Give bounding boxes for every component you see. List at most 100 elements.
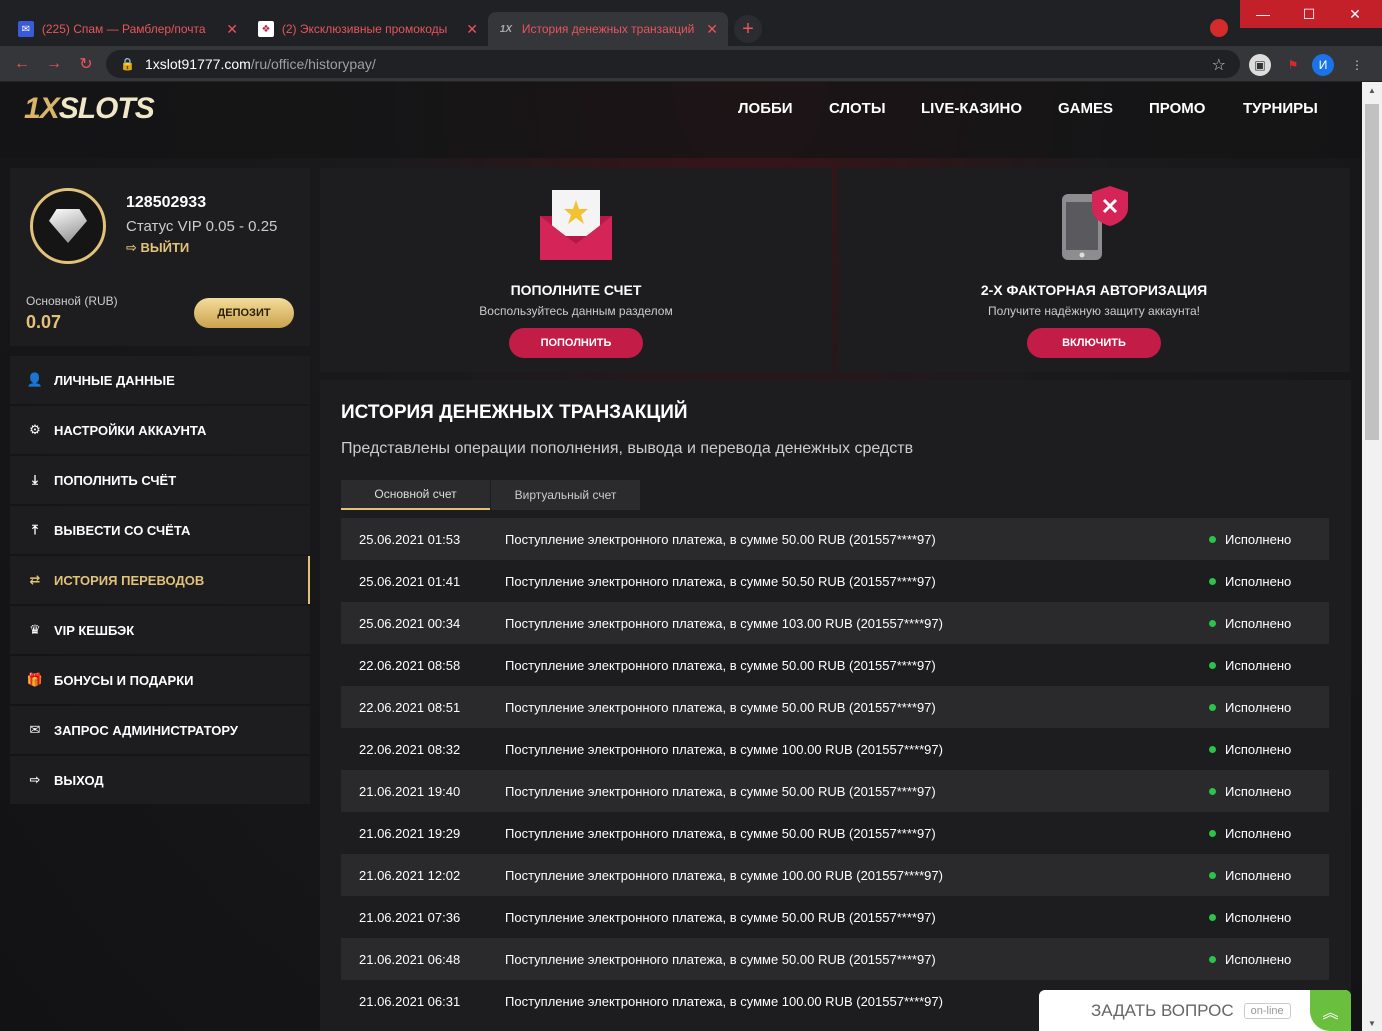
sidebar-item-exit[interactable]: ⇨ ВЫХОД	[10, 756, 310, 804]
sidebar-item-withdraw[interactable]: ⤒ ВЫВЕСТИ СО СЧЁТА	[10, 506, 310, 554]
transaction-date: 21.06.2021 12:02	[359, 867, 461, 883]
profile-avatar[interactable]: И	[1312, 54, 1334, 76]
status-dot-icon	[1209, 829, 1216, 837]
transaction-description: Поступление электронного платежа, в сумм…	[505, 531, 936, 547]
user-id: 128502933	[126, 194, 207, 211]
tab-virtual-account[interactable]: Виртуальный счет	[491, 480, 640, 510]
extension-icon[interactable]: ▣	[1249, 54, 1271, 76]
upload-icon: ⤒	[32, 522, 38, 537]
sidebar-item-admin-request[interactable]: ✉ ЗАПРОС АДМИНИСТРАТОРУ	[10, 706, 310, 754]
sidebar-item-personal-data[interactable]: 👤 ЛИЧНЫЕ ДАННЫЕ	[10, 356, 310, 404]
status-label: Исполнено	[1225, 531, 1292, 547]
vip-avatar	[30, 188, 106, 264]
window-close-icon[interactable]: ✕	[1332, 0, 1378, 28]
account-menu: 👤 ЛИЧНЫЕ ДАННЫЕ ⚙ НАСТРОЙКИ АККАУНТА ⤓ ПОПО…	[10, 356, 310, 806]
url-bar[interactable]: 🔒 1xslot91777.com/ru/office/historypay/ …	[106, 50, 1240, 78]
nav-tournaments[interactable]: ТУРНИРЫ	[1243, 100, 1318, 117]
tab-label: (225) Спам — Рамблер/почта	[41, 22, 206, 36]
status-label: Исполнено	[1225, 573, 1292, 589]
sidebar-item-label: VIP КЕШБЭК	[54, 622, 135, 638]
page-title: ИСТОРИЯ ДЕНЕЖНЫХ ТРАНЗАКЦИЙ	[341, 402, 688, 423]
phone-shield-icon	[1062, 186, 1128, 260]
nav-games[interactable]: GAMES	[1058, 100, 1113, 117]
nav-promo[interactable]: ПРОМО	[1149, 100, 1205, 117]
transaction-status: Исполнено	[1209, 784, 1329, 799]
nav-slots[interactable]: СЛОТЫ	[829, 100, 886, 117]
nav-live-casino[interactable]: LIVE-КАЗИНО	[921, 100, 1022, 117]
browser-tab-promo[interactable]: ❖ (2) Эксклюзивные промокоды ✕	[248, 12, 488, 46]
sidebar-item-bonuses[interactable]: 🎁 БОНУСЫ И ПОДАРКИ	[10, 656, 310, 704]
transaction-status: Исполнено	[1209, 574, 1329, 589]
table-row: 21.06.2021 07:36 Поступление электронного…	[341, 896, 1329, 938]
close-icon[interactable]: ✕	[706, 21, 718, 38]
bookmark-star-icon[interactable]: ☆	[1212, 55, 1226, 75]
scrollbar-thumb[interactable]	[1365, 104, 1379, 440]
scroll-down-icon[interactable]: ▼	[1362, 1015, 1382, 1031]
sidebar-item-account-settings[interactable]: ⚙ НАСТРОЙКИ АККАУНТА	[10, 406, 310, 454]
site-logo[interactable]: 1XSLOTS	[24, 92, 155, 126]
twofa-card-desc: Получите надёжную защиту аккаунта!	[987, 304, 1200, 318]
sidebar-item-label: ИСТОРИЯ ПЕРЕВОДОВ	[54, 572, 205, 588]
transaction-status: Исполнено	[1209, 868, 1329, 883]
close-icon[interactable]: ✕	[466, 21, 478, 38]
deposit-promo-card: ПОПОЛНИТЕ СЧЕТ Воспользуйтесь данным раз…	[320, 168, 832, 372]
forward-icon[interactable]: →	[44, 54, 64, 74]
logout-link[interactable]: ⇨ ВЫЙТИ	[126, 240, 189, 256]
table-row: 22.06.2021 08:58 Поступление электронного…	[341, 644, 1329, 686]
browser-tab-mail[interactable]: ✉ (225) Спам — Рамблер/почта ✕	[8, 12, 248, 46]
balance-value: 0.07	[26, 312, 62, 332]
ask-question-widget[interactable]: ЗАДАТЬ ВОПРОС on-line ︽	[1039, 990, 1351, 1031]
back-icon[interactable]: ←	[12, 54, 32, 74]
table-row: 21.06.2021 12:02 Поступление электронного…	[341, 854, 1329, 896]
tab-main-account[interactable]: Основной счет	[341, 480, 490, 510]
page-scrollbar[interactable]: ▲ ▼	[1362, 82, 1382, 1031]
table-row: 21.06.2021 19:29 Поступление электронного…	[341, 812, 1329, 854]
deposit-button[interactable]: ДЕПОЗИТ	[194, 298, 294, 328]
menu-kebab-icon[interactable]: ⋮	[1346, 54, 1368, 76]
status-dot-icon	[1209, 661, 1216, 669]
status-label: Исполнено	[1225, 699, 1292, 715]
table-row: 21.06.2021 19:40 Поступление электронного…	[341, 770, 1329, 812]
diamond-icon	[49, 209, 87, 243]
chevron-up-icon[interactable]: ︽	[1310, 990, 1351, 1031]
minimize-icon[interactable]: —	[1240, 0, 1286, 28]
transaction-status: Исполнено	[1209, 658, 1329, 673]
table-row: 25.06.2021 01:41 Поступление электронного…	[341, 560, 1329, 602]
url-path: /ru/office/historypay/	[250, 56, 376, 72]
1x-favicon-icon: 1X	[499, 23, 513, 35]
close-icon[interactable]: ✕	[226, 21, 238, 38]
envelope-icon: ✉	[29, 722, 41, 737]
record-icon[interactable]	[1210, 19, 1228, 37]
status-label: Исполнено	[1225, 867, 1292, 883]
transaction-status: Исполнено	[1209, 616, 1329, 631]
enable-2fa-button[interactable]: ВКЛЮЧИТЬ	[1027, 328, 1161, 358]
sidebar-item-deposit[interactable]: ⤓ ПОПОЛНИТЬ СЧЁТ	[10, 456, 310, 504]
exit-icon: ⇨	[29, 772, 41, 787]
table-row: 25.06.2021 00:34 Поступление электронного…	[341, 602, 1329, 644]
download-icon: ⤓	[32, 472, 38, 487]
user-plus-icon: 👤	[26, 372, 44, 387]
status-label: Исполнено	[1225, 825, 1292, 841]
logout-label: ВЫЙТИ	[140, 240, 190, 255]
maximize-icon[interactable]: ☐	[1286, 0, 1332, 28]
table-row: 22.06.2021 08:32 Поступление электронного…	[341, 728, 1329, 770]
status-dot-icon	[1209, 955, 1216, 963]
sidebar-item-vip-cashback[interactable]: ♛ VIP КЕШБЭК	[10, 606, 310, 654]
nav-lobby[interactable]: ЛОББИ	[738, 100, 793, 117]
transaction-description: Поступление электронного платежа, в сумм…	[505, 825, 936, 841]
status-label: Исполнено	[1225, 909, 1292, 925]
extension-red-icon[interactable]: ⚑	[1282, 54, 1304, 76]
transaction-status: Исполнено	[1209, 700, 1329, 715]
sidebar-item-label: ВЫВЕСТИ СО СЧЁТА	[54, 522, 191, 538]
reload-icon[interactable]: ↻	[76, 54, 96, 74]
browser-tab-history[interactable]: 1X История денежных транзакций ✕	[488, 12, 728, 46]
sidebar-item-transfer-history[interactable]: ⇄ ИСТОРИЯ ПЕРЕВОДОВ	[10, 556, 310, 604]
top-up-button[interactable]: ПОПОЛНИТЬ	[509, 328, 643, 358]
deposit-card-desc: Воспользуйтесь данным разделом	[479, 304, 673, 318]
scroll-up-icon[interactable]: ▲	[1362, 82, 1382, 98]
sidebar-item-label: ПОПОЛНИТЬ СЧЁТ	[54, 472, 177, 488]
status-label: Исполнено	[1225, 615, 1292, 631]
transaction-date: 21.06.2021 06:48	[359, 951, 461, 967]
new-tab-button[interactable]: +	[734, 15, 762, 43]
site-header: 1XSLOTS ЛОББИ СЛОТЫ LIVE-КАЗИНО GAMES ПР…	[0, 82, 1362, 158]
